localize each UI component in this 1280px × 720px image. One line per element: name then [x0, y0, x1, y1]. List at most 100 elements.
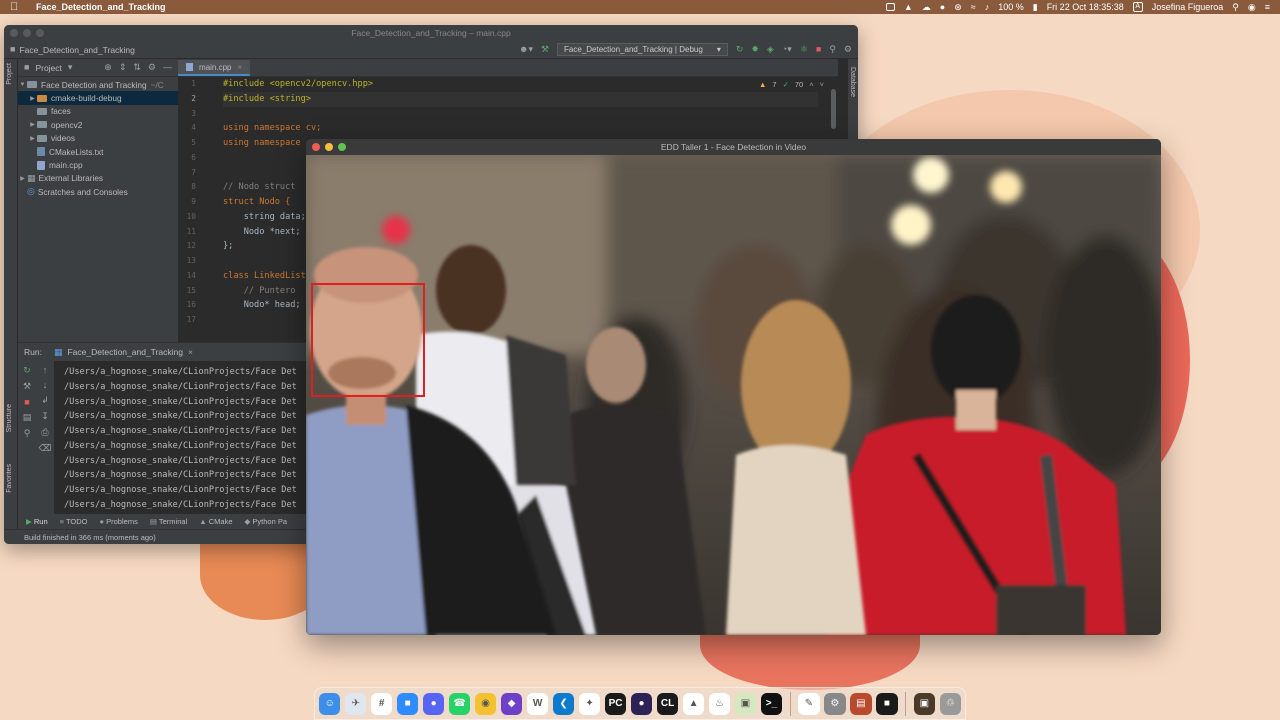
layout-icon[interactable]: ▤ [23, 412, 32, 423]
search-everywhere-icon[interactable]: ⚲ [829, 45, 836, 54]
expand-arrow-icon[interactable]: ▶ [28, 121, 37, 128]
expand-all-icon[interactable]: ⇕ [119, 63, 127, 72]
breadcrumb[interactable]: ■ Face_Detection_and_Tracking [10, 45, 135, 55]
spotlight-bar-icon[interactable]: ● [940, 2, 945, 12]
expand-arrow-icon[interactable]: ▶ [28, 135, 37, 142]
dock-gitkraken-icon[interactable]: ✦ [578, 692, 601, 715]
hide-panel-icon[interactable]: — [163, 63, 172, 72]
chevron-down-icon[interactable]: ▾ [68, 63, 73, 72]
dropbox-icon[interactable]: ▲ [904, 2, 913, 12]
wifi-icon[interactable]: ≈ [971, 2, 976, 12]
trash-icon[interactable]: ⌫ [39, 443, 52, 454]
tree-item-root[interactable]: ▼ Face Detection and Tracking ~/C [18, 78, 178, 91]
dock-eclipse-icon[interactable]: ● [630, 692, 653, 715]
attach-icon[interactable]: ⚛ [800, 45, 808, 54]
project-view-select[interactable]: Project [35, 63, 61, 73]
expand-arrow-icon[interactable]: ▶ [18, 175, 27, 182]
tree-item-external-libraries[interactable]: ▶ ▦ External Libraries [18, 172, 178, 185]
dock-word-icon[interactable]: W [526, 692, 549, 715]
datetime[interactable]: Fri 22 Oct 18:35:38 [1047, 2, 1124, 12]
dock-slack-icon[interactable]: # [370, 692, 393, 715]
dock-photo-app-icon[interactable]: ▣ [913, 692, 936, 715]
profile-icon[interactable]: ◔▾ [782, 45, 792, 54]
breadcrumb-project[interactable]: Face_Detection_and_Tracking [19, 45, 134, 55]
code-line[interactable]: using namespace cv; [223, 121, 818, 136]
tool-tab-favorites[interactable]: Favorites [6, 464, 13, 493]
screen-record-icon[interactable] [885, 3, 895, 11]
tree-item-scratches[interactable]: ◎ Scratches and Consoles [18, 185, 178, 198]
dock-chrome-icon[interactable]: ◉ [474, 692, 497, 715]
tool-tab-structure[interactable]: Structure [6, 404, 13, 432]
dock-netbeans-icon[interactable]: ▣ [734, 692, 757, 715]
dock-discord-icon[interactable]: ● [422, 692, 445, 715]
wrench-icon[interactable]: ⚒ [23, 381, 31, 392]
tool-tab-database[interactable]: Database [849, 67, 856, 97]
battery-percent[interactable]: 100 % [998, 2, 1024, 12]
dock-clion-icon[interactable]: CL [656, 692, 679, 715]
close-tab-icon[interactable]: × [237, 63, 242, 72]
control-center-icon[interactable]: ≡ [1265, 2, 1270, 12]
scroll-end-icon[interactable]: ↧ [41, 411, 49, 422]
tree-item-cmakelists[interactable]: CMakeLists.txt [18, 145, 178, 158]
dock-terminal-icon[interactable]: >_ [760, 692, 783, 715]
bottom-tab-python-packages[interactable]: ◆ Python Pa [245, 517, 287, 526]
tree-item-main-cpp[interactable]: main.cpp [18, 158, 178, 171]
locate-icon[interactable]: ⊕ [104, 63, 112, 72]
editor-scrollbar[interactable] [831, 89, 836, 129]
bottom-tab-problems[interactable]: ● Problems [100, 517, 138, 526]
bottom-tab-run[interactable]: ▶ Run [26, 517, 48, 526]
dock-system-preferences-icon[interactable]: ⚙ [824, 692, 846, 715]
apple-menu-icon[interactable]:  [10, 1, 24, 13]
run-config-select[interactable]: Face_Detection_and_Tracking | Debug ▾ [557, 43, 728, 56]
code-line[interactable] [223, 107, 818, 122]
coverage-icon[interactable]: ◈ [767, 45, 774, 54]
minimize-button[interactable] [325, 143, 333, 151]
dock-whatsapp-icon[interactable]: ☎ [448, 692, 471, 715]
volume-icon[interactable]: ♪ [985, 2, 990, 12]
up-arrow-icon[interactable]: ↑ [43, 365, 48, 375]
rerun-icon[interactable]: ↻ [23, 365, 31, 376]
code-line[interactable]: #include <opencv2/opencv.hpp> [223, 77, 818, 92]
close-tab-icon[interactable]: × [188, 347, 193, 357]
app-menu[interactable]: Face_Detection_and_Tracking [36, 2, 166, 12]
minimize-button[interactable] [23, 29, 31, 37]
stop-icon[interactable]: ■ [816, 45, 821, 54]
close-button[interactable] [10, 29, 18, 37]
print-icon[interactable]: ⎙ [41, 427, 48, 438]
dock-calendar-app-icon[interactable]: ▤ [850, 692, 872, 715]
tool-tab-project[interactable]: Project [6, 63, 13, 85]
dock-terminal-2-icon[interactable]: ■ [876, 692, 898, 715]
tree-item-cmake-build-debug[interactable]: ▶ cmake-build-debug [18, 91, 178, 105]
rerun-icon[interactable]: ↻ [736, 45, 744, 54]
expand-arrow-icon[interactable]: ▼ [18, 82, 27, 88]
chevron-down-icon[interactable]: ˅ [820, 80, 824, 89]
tree-item-opencv2[interactable]: ▶ opencv2 [18, 118, 178, 131]
down-arrow-icon[interactable]: ↓ [43, 380, 48, 390]
dock-finder-icon[interactable]: ☺ [319, 692, 341, 715]
dock-pycharm-icon[interactable]: PC [604, 692, 627, 715]
tree-item-faces[interactable]: faces [18, 105, 178, 118]
user-icon[interactable]: ☻▾ [519, 45, 533, 54]
bottom-tab-cmake[interactable]: ▲ CMake [199, 517, 232, 526]
dock-mysql-icon[interactable]: ♨ [708, 692, 731, 715]
search-icon[interactable]: ⚲ [1232, 2, 1239, 13]
dock-vscode-icon[interactable]: ❮ [552, 692, 575, 715]
collapse-all-icon[interactable]: ⇅ [133, 63, 141, 72]
code-line[interactable]: #include <string> [223, 91, 818, 107]
cloud-icon[interactable]: ☁ [922, 2, 931, 13]
user-name[interactable]: Josefina Figueroa [1152, 2, 1224, 12]
settings-gear-icon[interactable]: ⚙ [844, 45, 852, 54]
debug-icon[interactable]: ✸ [751, 45, 759, 54]
dock-github-icon[interactable]: ◆ [500, 692, 523, 715]
tree-item-videos[interactable]: ▶ videos [18, 132, 178, 145]
build-hammer-icon[interactable]: ⚒ [541, 45, 549, 54]
soft-wrap-icon[interactable]: ↲ [41, 395, 49, 406]
close-button[interactable] [312, 143, 320, 151]
dock-zoom-icon[interactable]: ■ [396, 692, 419, 715]
zoom-button[interactable] [36, 29, 44, 37]
siri-icon[interactable]: ◉ [1248, 2, 1256, 13]
dock-trash-icon[interactable]: ♲ [939, 692, 962, 715]
input-source[interactable]: A [1132, 2, 1143, 12]
bottom-tab-terminal[interactable]: ▤ Terminal [150, 517, 187, 526]
zoom-button[interactable] [338, 143, 346, 151]
